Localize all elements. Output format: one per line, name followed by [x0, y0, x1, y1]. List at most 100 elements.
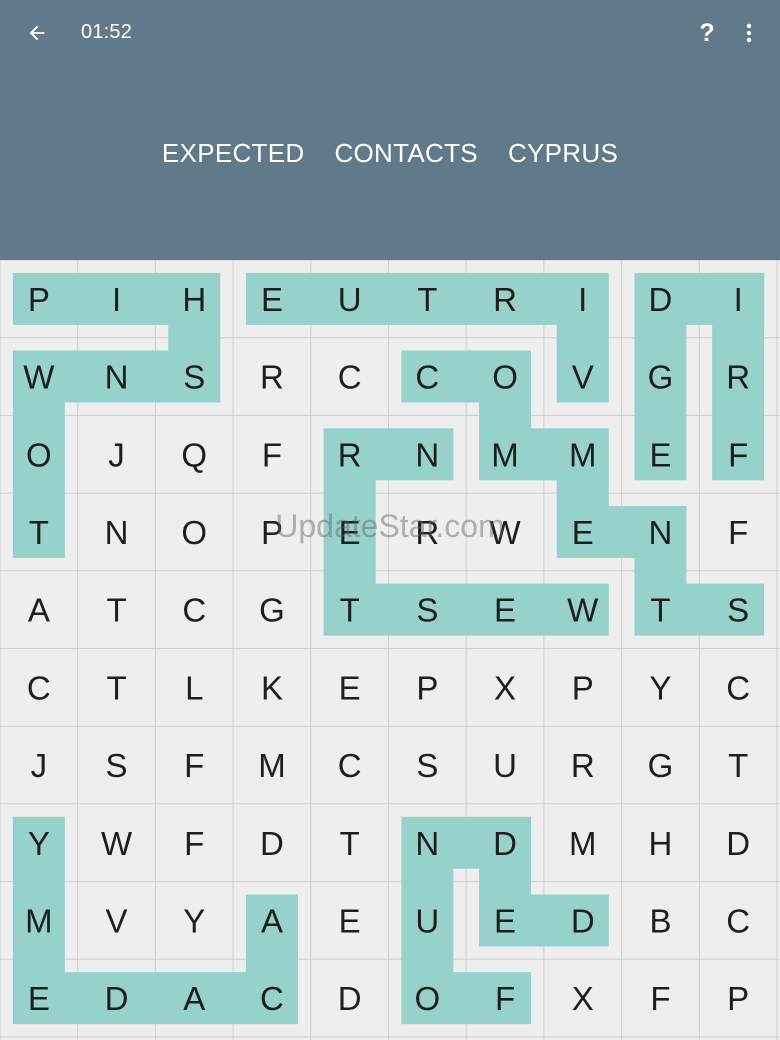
grid-cell-letter[interactable]: Y: [183, 902, 205, 939]
grid-cell-letter[interactable]: V: [572, 359, 594, 396]
grid-cell-letter[interactable]: U: [493, 747, 517, 784]
grid-cell-letter[interactable]: C: [27, 669, 51, 706]
more-menu-button[interactable]: [736, 18, 762, 48]
grid-cell-letter[interactable]: E: [261, 281, 283, 318]
grid-cell-letter[interactable]: J: [31, 747, 48, 784]
grid-cell-letter[interactable]: A: [261, 902, 283, 939]
grid-cell-letter[interactable]: A: [183, 980, 205, 1017]
grid-cell-letter[interactable]: C: [726, 669, 750, 706]
grid-cell-letter[interactable]: W: [23, 359, 55, 396]
grid-cell-letter[interactable]: D: [726, 825, 750, 862]
grid-cell-letter[interactable]: P: [261, 514, 283, 551]
grid-cell-letter[interactable]: M: [569, 825, 597, 862]
grid-cell-letter[interactable]: V: [106, 902, 128, 939]
grid-cell-letter[interactable]: N: [415, 436, 439, 473]
grid-cell-letter[interactable]: U: [415, 902, 439, 939]
grid-cell-letter[interactable]: O: [26, 436, 52, 473]
grid-cell-letter[interactable]: S: [727, 592, 749, 629]
grid-cell-letter[interactable]: Y: [28, 825, 50, 862]
grid-cell-letter[interactable]: E: [28, 980, 50, 1017]
grid-cell-letter[interactable]: O: [492, 359, 518, 396]
grid-cell-letter[interactable]: E: [494, 902, 516, 939]
grid-cell-letter[interactable]: N: [649, 514, 673, 551]
grid-cell-letter[interactable]: T: [728, 747, 748, 784]
grid-cell-letter[interactable]: F: [728, 514, 748, 551]
grid-cell-letter[interactable]: D: [260, 825, 284, 862]
grid-cell-letter[interactable]: E: [649, 436, 671, 473]
grid-cell-letter[interactable]: I: [112, 281, 121, 318]
grid-cell-letter[interactable]: N: [105, 359, 129, 396]
grid-cell-letter[interactable]: E: [572, 514, 594, 551]
grid-cell-letter[interactable]: G: [648, 747, 674, 784]
grid-cell-letter[interactable]: C: [260, 980, 284, 1017]
grid-cell-letter[interactable]: R: [338, 436, 362, 473]
grid-cell-letter[interactable]: S: [106, 747, 128, 784]
grid-cell-letter[interactable]: S: [416, 747, 438, 784]
grid-cell-letter[interactable]: R: [726, 359, 750, 396]
grid-cell-letter[interactable]: D: [338, 980, 362, 1017]
grid-cell-letter[interactable]: M: [25, 902, 53, 939]
grid-cell-letter[interactable]: I: [578, 281, 587, 318]
grid-cell-letter[interactable]: N: [105, 514, 129, 551]
grid-cell-letter[interactable]: D: [649, 281, 673, 318]
grid-cell-letter[interactable]: O: [181, 514, 207, 551]
grid-cell-letter[interactable]: T: [417, 281, 437, 318]
grid-cell-letter[interactable]: B: [649, 902, 671, 939]
grid-cell-letter[interactable]: Q: [181, 436, 207, 473]
grid-cell-letter[interactable]: K: [261, 669, 283, 706]
grid-cell-letter[interactable]: W: [101, 825, 133, 862]
grid-cell-letter[interactable]: J: [108, 436, 125, 473]
grid-cell-letter[interactable]: X: [572, 980, 594, 1017]
grid-cell-letter[interactable]: E: [339, 514, 361, 551]
grid-cell-letter[interactable]: T: [29, 514, 49, 551]
grid-cell-letter[interactable]: P: [28, 281, 50, 318]
grid-cell-letter[interactable]: T: [340, 825, 360, 862]
grid-cell-letter[interactable]: T: [106, 592, 126, 629]
grid-cell-letter[interactable]: O: [415, 980, 441, 1017]
grid-cell-letter[interactable]: H: [182, 281, 206, 318]
grid-cell-letter[interactable]: C: [338, 359, 362, 396]
grid-cell-letter[interactable]: U: [338, 281, 362, 318]
grid-cell-letter[interactable]: G: [259, 592, 285, 629]
grid-cell-letter[interactable]: M: [258, 747, 286, 784]
grid-cell-letter[interactable]: R: [260, 359, 284, 396]
grid-cell-letter[interactable]: F: [495, 980, 515, 1017]
grid-cell-letter[interactable]: M: [491, 436, 519, 473]
grid-cell-letter[interactable]: R: [571, 747, 595, 784]
grid-cell-letter[interactable]: E: [494, 592, 516, 629]
grid-cell-letter[interactable]: S: [183, 359, 205, 396]
grid-cell-letter[interactable]: F: [262, 436, 282, 473]
grid-cell-letter[interactable]: C: [182, 592, 206, 629]
grid-cell-letter[interactable]: D: [105, 980, 129, 1017]
grid-cell-letter[interactable]: X: [494, 669, 516, 706]
grid-cell-letter[interactable]: H: [649, 825, 673, 862]
grid-cell-letter[interactable]: E: [339, 669, 361, 706]
grid-cell-letter[interactable]: C: [726, 902, 750, 939]
grid-cell-letter[interactable]: E: [339, 902, 361, 939]
letter-grid[interactable]: P I H E U T R I D I W N S R C C O V G R O J Q F R N M M E F T N O P E R W E N F…: [0, 260, 780, 1040]
grid-cell-letter[interactable]: R: [415, 514, 439, 551]
grid-cell-letter[interactable]: D: [493, 825, 517, 862]
grid-cell-letter[interactable]: S: [416, 592, 438, 629]
grid-cell-letter[interactable]: C: [338, 747, 362, 784]
grid-cell-letter[interactable]: G: [648, 359, 674, 396]
grid-cell-letter[interactable]: M: [569, 436, 597, 473]
grid-cell-letter[interactable]: L: [185, 669, 203, 706]
grid-cell-letter[interactable]: F: [184, 747, 204, 784]
grid-cell-letter[interactable]: I: [734, 281, 743, 318]
grid-cell-letter[interactable]: F: [184, 825, 204, 862]
back-button[interactable]: [22, 18, 52, 48]
grid-cell-letter[interactable]: D: [571, 902, 595, 939]
grid-cell-letter[interactable]: Y: [649, 669, 671, 706]
grid-cell-letter[interactable]: T: [650, 592, 670, 629]
grid-cell-letter[interactable]: P: [727, 980, 749, 1017]
grid-cell-letter[interactable]: T: [106, 669, 126, 706]
grid-cell-letter[interactable]: A: [28, 592, 50, 629]
grid-cell-letter[interactable]: F: [650, 980, 670, 1017]
grid-cell-letter[interactable]: T: [340, 592, 360, 629]
grid-cell-letter[interactable]: C: [415, 359, 439, 396]
grid-cell-letter[interactable]: W: [567, 592, 599, 629]
grid-board[interactable]: P I H E U T R I D I W N S R C C O V G R O J Q F R N M M E F T N O P E R W E N F…: [0, 260, 780, 1040]
grid-cell-letter[interactable]: W: [489, 514, 521, 551]
help-button[interactable]: ?: [694, 16, 720, 50]
